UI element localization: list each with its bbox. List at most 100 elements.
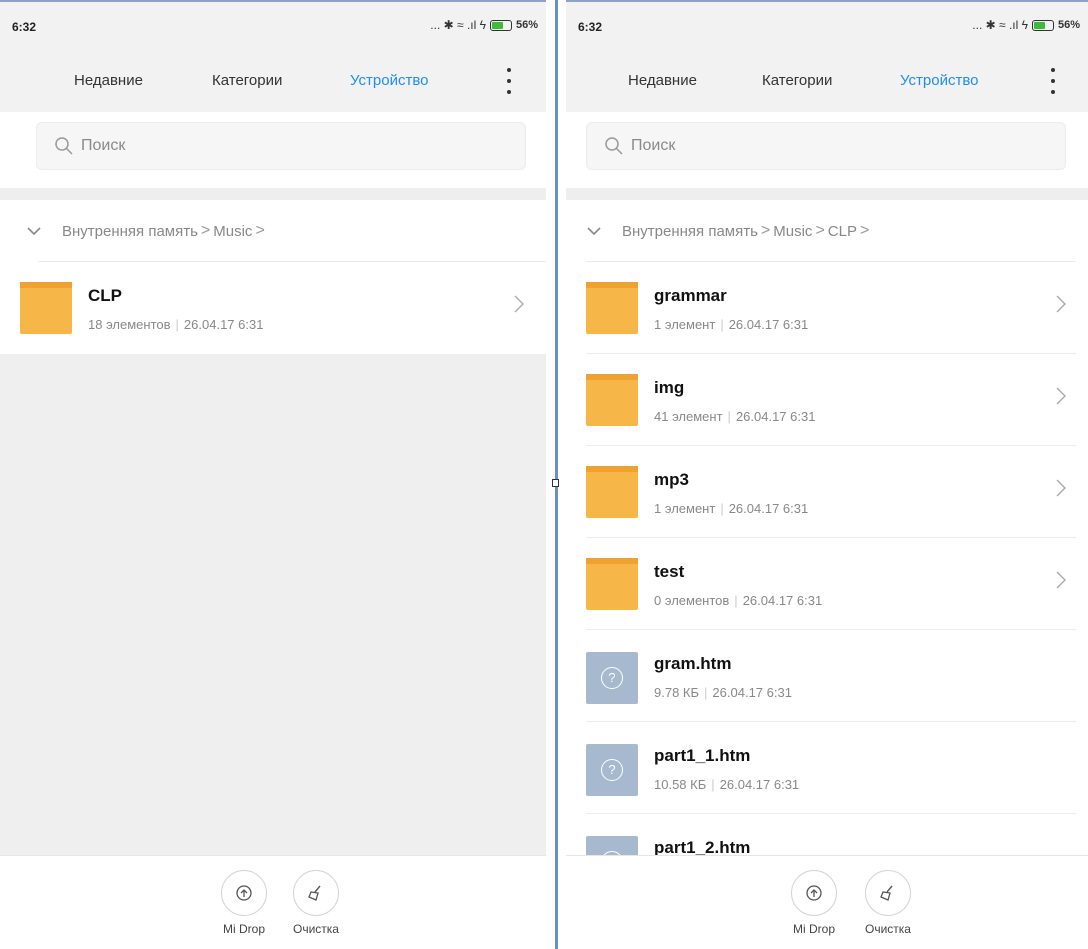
more-menu-icon[interactable] [1048,68,1058,94]
list-item[interactable]: test 0 элементов | 26.04.17 6:31 [566,538,1088,630]
file-manager-screen-right: 6:32 ... ✱ ≈ .ıl ϟ 56% Недавние Категори… [566,0,1088,949]
battery-icon [489,19,512,31]
battery-icon [1031,19,1054,31]
item-meta: 41 элемент | 26.04.17 6:31 [654,409,816,424]
breadcrumb-separator-icon: > [815,222,825,239]
battery-percent: 56% [1057,19,1080,31]
empty-area [0,354,546,855]
breadcrumb-separator-icon: > [200,222,211,239]
more-menu-icon[interactable] [504,68,514,94]
breadcrumb-root[interactable]: Внутренняя память [62,223,198,240]
battery-percent: 56% [515,19,538,31]
item-count: 0 элементов [654,593,730,608]
file-manager-screen-left: 6:32 ... ✱ ≈ .ıl ϟ 56% Недавние Категори… [0,0,546,949]
breadcrumb-separator-icon: > [255,222,265,239]
cleanup-button[interactable]: Очистка [858,870,918,936]
item-date: 26.04.17 6:31 [728,501,809,516]
item-meta: 10.58 КБ | 26.04.17 6:31 [654,777,800,792]
item-meta: 1 элемент | 26.04.17 6:31 [654,317,809,332]
status-time: 6:32 [12,20,37,34]
folder-icon [586,558,638,610]
split-handle[interactable] [552,479,559,487]
split-divider [555,0,558,949]
folder-icon [586,374,638,426]
tab-categories[interactable]: Категории [212,72,282,89]
signal-icons: ... ✱ ≈ .ıl ϟ [972,18,1028,32]
item-count: 41 элемент [654,409,723,424]
signal-icons: ... ✱ ≈ .ıl ϟ [430,18,486,32]
section-divider [0,188,546,200]
tab-recent[interactable]: Недавние [74,72,143,89]
breadcrumb-separator-icon: > [859,222,870,239]
item-name: grammar [654,286,727,305]
search-icon [55,137,73,155]
search-box[interactable] [586,122,1066,170]
cleanup-label: Очистка [865,922,911,936]
item-size: 10.58 КБ [654,777,707,792]
list-item[interactable]: CLP 18 элементов | 26.04.17 6:31 [0,262,546,354]
chevron-right-icon [1056,479,1066,497]
item-name: part1_1.htm [654,746,751,765]
tab-categories[interactable]: Категории [762,72,832,89]
list-item[interactable]: img 41 элемент | 26.04.17 6:31 [566,354,1088,446]
mi-drop-label: Mi Drop [222,922,265,936]
item-size: 9.78 КБ [654,685,700,700]
folder-icon [586,282,638,334]
section-divider [566,188,1088,200]
tab-device[interactable]: Устройство [900,72,978,89]
item-date: 26.04.17 6:31 [719,777,800,792]
status-icons: ... ✱ ≈ .ıl ϟ 56% [972,18,1080,32]
item-name: CLP [88,286,122,305]
item-date: 26.04.17 6:31 [742,593,823,608]
search-input[interactable] [81,137,381,155]
breadcrumb-root[interactable]: Внутренняя память [622,223,758,240]
broom-icon [865,870,911,916]
battery-level [491,21,504,29]
breadcrumb-separator-icon: > [760,222,771,239]
list-item[interactable]: ? gram.htm 9.78 КБ | 26.04.17 6:31 [566,630,1088,722]
item-count: 1 элемент [654,317,716,332]
breadcrumb-music[interactable]: Music [213,223,252,240]
item-meta: 1 элемент | 26.04.17 6:31 [654,501,809,516]
item-name: test [654,562,685,581]
breadcrumb: Внутренняя память > Music > [0,200,546,262]
mi-drop-button[interactable]: Mi Drop [214,870,274,936]
search-input[interactable] [631,137,931,155]
unknown-file-icon: ? [586,652,638,704]
status-bar: 6:32 ... ✱ ≈ .ıl ϟ 56% [566,16,1088,36]
bottom-bar: Mi Drop Очистка [0,855,546,949]
item-meta: 9.78 КБ | 26.04.17 6:31 [654,685,792,700]
chevron-down-icon[interactable] [580,217,608,245]
list-item[interactable]: ? part1_1.htm 10.58 КБ | 26.04.17 6:31 [566,722,1088,814]
search-box[interactable] [36,122,526,170]
broom-icon [293,870,339,916]
item-date: 26.04.17 6:31 [183,317,264,332]
status-time: 6:32 [578,20,603,34]
search-area [566,112,1088,188]
mi-drop-icon [221,870,267,916]
cleanup-label: Очистка [293,922,339,936]
folder-icon [586,466,638,518]
bottom-bar: Mi Drop Очистка [566,855,1088,949]
list-item[interactable]: mp3 1 элемент | 26.04.17 6:31 [566,446,1088,538]
status-bar: 6:32 ... ✱ ≈ .ıl ϟ 56% [0,16,546,36]
item-date: 26.04.17 6:31 [712,685,792,700]
tab-device[interactable]: Устройство [350,72,428,89]
item-meta: 18 элементов | 26.04.17 6:31 [88,317,264,332]
tab-recent[interactable]: Недавние [628,72,697,89]
item-name: mp3 [654,470,689,489]
chevron-right-icon [514,295,524,313]
item-date: 26.04.17 6:31 [735,409,816,424]
breadcrumb-music[interactable]: Music [773,223,812,240]
breadcrumb-clp[interactable]: CLP [828,223,857,240]
tab-bar: Недавние Категории Устройство [0,60,546,100]
item-name: gram.htm [654,654,732,673]
chevron-right-icon [1056,387,1066,405]
mi-drop-icon [791,870,837,916]
cleanup-button[interactable]: Очистка [286,870,346,936]
chevron-down-icon[interactable] [20,217,48,245]
top-bar: 6:32 ... ✱ ≈ .ıl ϟ 56% Недавние Категори… [0,0,546,112]
item-name: img [654,378,685,397]
list-item[interactable]: grammar 1 элемент | 26.04.17 6:31 [566,262,1088,354]
mi-drop-button[interactable]: Mi Drop [784,870,844,936]
